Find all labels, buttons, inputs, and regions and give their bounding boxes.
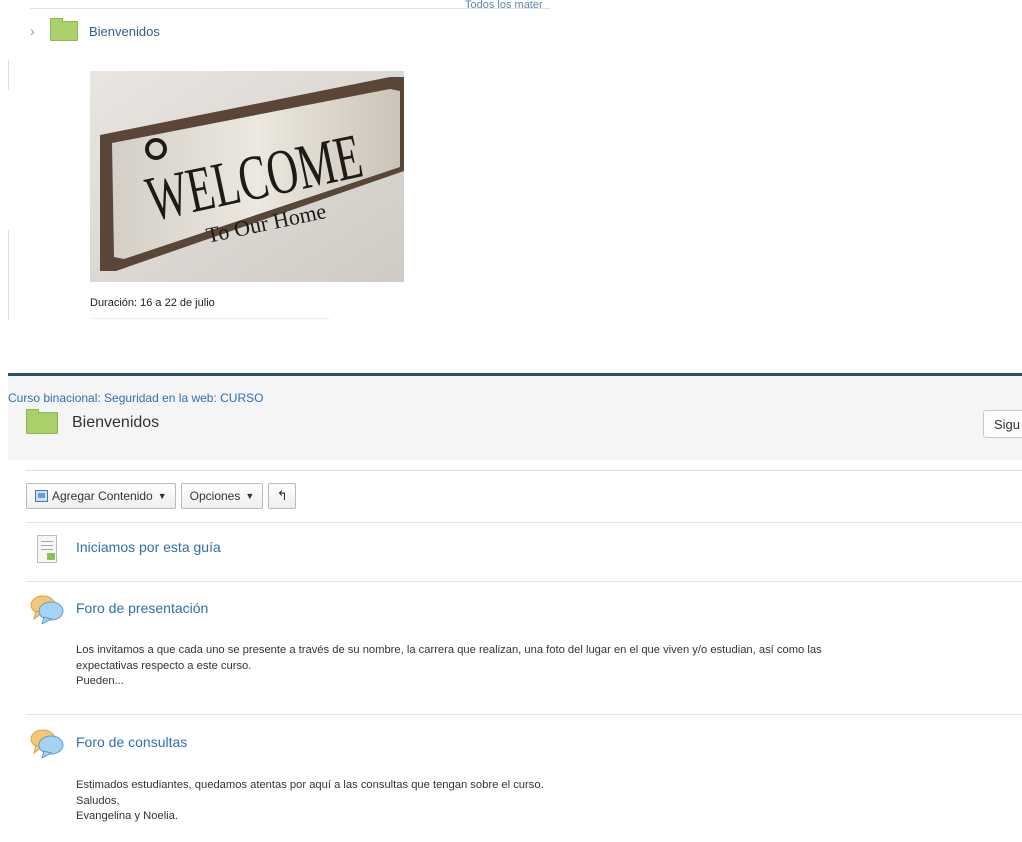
description-line: Estimados estudiantes, quedamos atentas … [76,779,544,791]
divider [26,714,1022,715]
add-content-icon [35,490,48,502]
follow-button[interactable]: Sigu [983,410,1022,438]
forum-icon [30,594,64,626]
folder-icon [50,18,78,41]
page-title-row: Bienvenidos [26,409,160,434]
divider [90,318,330,319]
doc-line [41,549,53,550]
duration-text: Duración: 16 a 22 de julio [90,297,215,309]
description-line: Saludos, [76,794,120,807]
item-description: Los invitamos a que cada uno se presente… [76,643,1016,690]
undo-icon: ↰ [276,488,288,503]
description-line: Pueden... [76,675,124,687]
folder-icon [26,409,58,434]
divider [26,470,1022,471]
divider [26,581,1022,582]
welcome-sign-image: WELCOME To Our Home [90,71,404,282]
doc-line [41,545,53,546]
tree-item-label[interactable]: Bienvenidos [89,24,160,39]
options-label: Opciones [189,489,241,503]
document-icon [37,535,57,563]
action-toolbar: Agregar Contenido ▼ Opciones ▼ ↰ [26,483,297,509]
chevron-right-icon[interactable]: › [30,23,42,39]
add-content-button[interactable]: Agregar Contenido ▼ [26,483,176,509]
item-title-link[interactable]: Iniciamos por esta guía [76,539,221,555]
content-header [8,376,1022,460]
add-content-label: Agregar Contenido [52,489,153,503]
divider [8,230,9,320]
divider [30,8,550,9]
caret-down-icon: ▼ [245,491,255,501]
breadcrumb[interactable]: Curso binacional: Seguridad en la web: C… [8,391,263,405]
forum-icon [30,728,64,760]
doc-line [41,541,53,542]
undo-button[interactable]: ↰ [268,483,297,509]
tree-item-bienvenidos[interactable]: › Bienvenidos [30,18,160,44]
divider [26,522,1022,523]
all-materials-link[interactable]: Todos los mater [465,0,543,8]
description-line: expectativas respecto a este curso. [76,659,252,672]
options-button[interactable]: Opciones ▼ [180,483,264,509]
caret-down-icon: ▼ [157,491,167,501]
item-title-link[interactable]: Foro de presentación [76,600,208,616]
doc-image [47,553,55,560]
description-line: Los invitamos a que cada uno se presente… [76,644,822,656]
divider [8,60,9,90]
description-line: Evangelina y Noelia. [76,810,178,822]
item-description: Estimados estudiantes, quedamos atentas … [76,778,1016,825]
page-title: Bienvenidos [72,414,160,431]
item-title-link[interactable]: Foro de consultas [76,734,187,750]
